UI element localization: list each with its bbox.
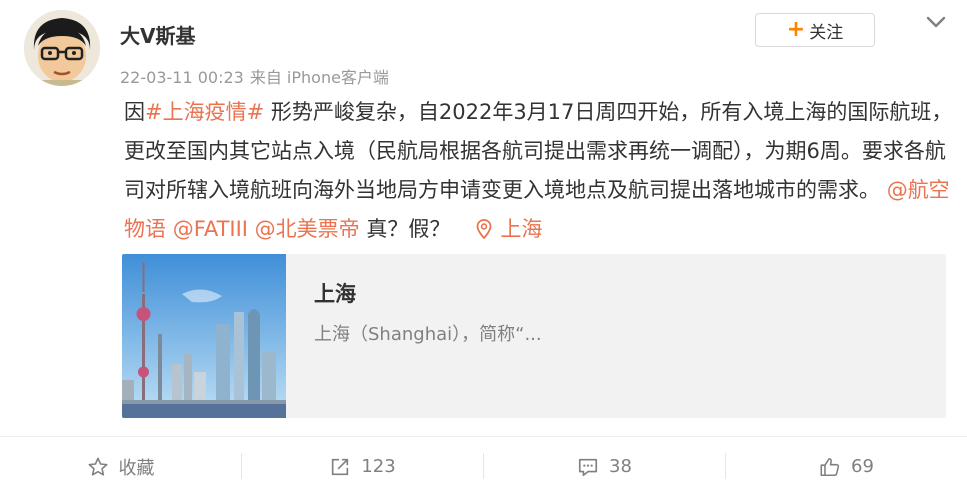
card-description: 上海（Shanghai），简称“... xyxy=(314,324,542,345)
post-prefix: 因 xyxy=(124,100,145,124)
favorite-button[interactable]: 收藏 xyxy=(0,437,241,496)
post-meta: 22-03-11 00:23 来自 iPhone客户端 xyxy=(120,64,395,88)
post-text: 因#上海疫情# 形势严峻复杂，自2022年3月17日周四开始，所有入境上海的国际… xyxy=(124,93,954,249)
favorite-label: 收藏 xyxy=(118,457,155,479)
shanghai-skyline-image xyxy=(122,254,286,418)
location-link[interactable]: 上海 xyxy=(476,217,542,241)
post-time[interactable]: 22-03-11 00:23 xyxy=(120,68,244,87)
like-button[interactable]: 69 xyxy=(726,437,967,496)
avatar[interactable] xyxy=(24,10,100,86)
link-card[interactable]: 上海 上海（Shanghai），简称“... xyxy=(122,254,946,418)
repost-count: 123 xyxy=(361,456,396,477)
star-icon xyxy=(88,457,107,476)
repost-icon xyxy=(332,458,349,475)
location-label: 上海 xyxy=(500,217,543,241)
post-suffix: 真？假？ xyxy=(359,217,451,241)
follow-button[interactable]: + 关注 xyxy=(755,13,875,47)
avatar-illustration xyxy=(24,10,100,86)
location-pin-icon xyxy=(476,219,492,240)
mention-link[interactable]: @FATIII xyxy=(173,217,248,241)
repost-button[interactable]: 123 xyxy=(242,437,483,496)
comment-button[interactable]: 38 xyxy=(484,437,725,496)
mention-link[interactable]: @北美票帝 xyxy=(255,217,360,241)
plus-icon: + xyxy=(786,17,806,42)
author-name[interactable]: 大V斯基 xyxy=(120,20,195,49)
card-title: 上海 xyxy=(314,282,356,306)
action-bar: 收藏 123 38 69 xyxy=(0,437,967,496)
more-options-chevron-icon[interactable] xyxy=(924,12,948,32)
thumbs-up-icon xyxy=(820,457,840,476)
like-count: 69 xyxy=(851,456,874,477)
post-source: 来自 iPhone客户端 xyxy=(249,68,389,87)
topic-link[interactable]: #上海疫情# xyxy=(145,100,264,124)
comment-icon xyxy=(578,458,598,476)
comment-count: 38 xyxy=(609,456,632,477)
follow-label: 关注 xyxy=(809,22,844,43)
